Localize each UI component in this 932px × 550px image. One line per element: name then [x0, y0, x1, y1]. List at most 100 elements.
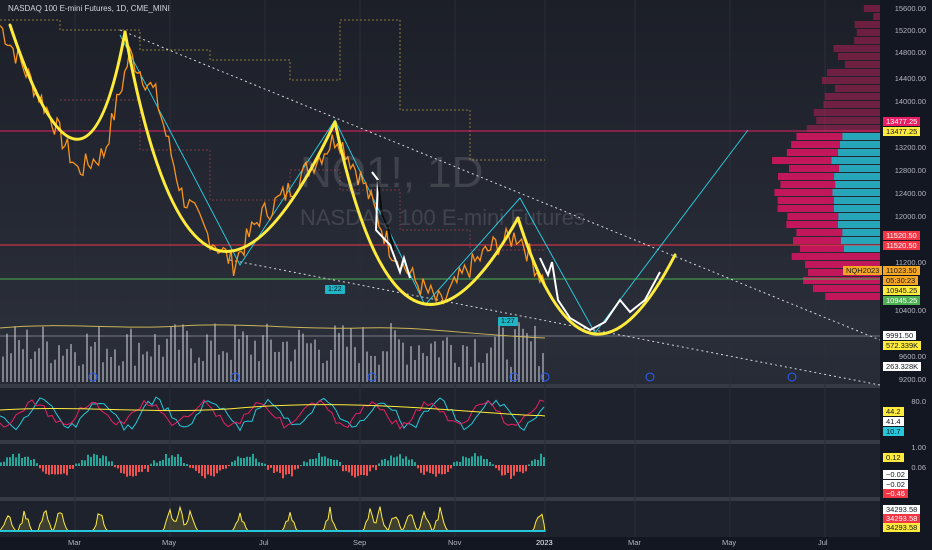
volume-bar	[162, 356, 164, 382]
volume-bar	[110, 356, 112, 382]
chart-canvas	[0, 0, 932, 550]
momentum-bar	[405, 456, 407, 466]
volume-bar	[46, 341, 48, 382]
volume-bar	[530, 341, 532, 382]
price-tag-13477-pink: 13477.25	[883, 117, 921, 126]
volume-bar	[282, 341, 284, 382]
momentum-bar	[219, 465, 221, 471]
momentum-bar	[141, 465, 143, 472]
time-axis-strip	[0, 537, 932, 550]
momentum-bar	[183, 463, 185, 466]
momentum-bar	[36, 463, 38, 466]
volume-bar	[322, 363, 324, 382]
volume-bar	[318, 349, 320, 382]
momentum-bar	[222, 465, 224, 470]
momentum-bar	[330, 459, 332, 466]
volume-bar	[338, 333, 340, 382]
momentum-bar	[51, 465, 53, 475]
momentum-bar	[90, 456, 92, 466]
momentum-bar	[324, 456, 326, 466]
volume-bar	[158, 344, 160, 382]
profile-bar-pink	[844, 61, 880, 68]
momentum-value-012: 0.12	[883, 453, 904, 462]
volume-bar	[422, 353, 424, 382]
price-axis-label: 14000.00	[894, 97, 926, 106]
time-axis-label: Sep	[353, 538, 367, 547]
momentum-bar	[369, 465, 371, 472]
momentum-bar	[540, 453, 542, 466]
volume-bar	[18, 340, 20, 382]
profile-bar-pink	[799, 245, 844, 252]
momentum-bar	[228, 465, 230, 467]
momentum-bar	[45, 465, 47, 474]
profile-bar-pink	[793, 237, 841, 244]
volume-bar	[42, 326, 44, 382]
volume-bar	[26, 329, 28, 382]
momentum-bar	[276, 465, 278, 472]
momentum-bar	[480, 455, 482, 466]
price-tag-10945-yellow: 10945.25	[883, 286, 921, 295]
momentum-bar	[372, 465, 374, 468]
momentum-bar	[408, 459, 410, 466]
volume-bar	[490, 347, 492, 382]
profile-bar-pink	[786, 221, 838, 228]
price-axis-label: 9600.00	[898, 352, 926, 361]
volume-bar	[218, 354, 220, 382]
momentum-bar	[333, 459, 335, 466]
momentum-bar	[207, 465, 209, 475]
profile-bar-pink	[791, 253, 880, 260]
momentum-bar	[312, 459, 314, 466]
volume-bar	[262, 335, 264, 382]
time-axis-label-year: 2023	[536, 538, 553, 547]
volume-bar	[94, 342, 96, 382]
price-axis-label: 12000.00	[894, 212, 926, 221]
momentum-bar	[318, 452, 320, 466]
profile-bar-pink	[777, 197, 834, 204]
profile-bar-pink	[791, 141, 841, 148]
volume-bar	[254, 340, 256, 382]
volume-bar	[278, 351, 280, 382]
momentum-bar	[285, 465, 287, 475]
volume-bar	[438, 357, 440, 382]
profile-bar-cyan	[833, 205, 880, 212]
vol-osc-value-c: 34293.58	[883, 523, 921, 532]
volume-bar	[426, 356, 428, 382]
momentum-bar	[360, 465, 362, 475]
price-axis-label: 15600.00	[894, 4, 926, 13]
momentum-bar	[411, 459, 413, 466]
symbol-title[interactable]: NASDAQ 100 E-mini Futures, 1D, CME_MINI	[8, 4, 170, 13]
volume-bar	[66, 348, 68, 382]
momentum-bar	[336, 459, 338, 466]
profile-bar-cyan	[843, 245, 880, 252]
volume-bar	[82, 364, 84, 382]
profile-bar-cyan	[842, 133, 880, 140]
momentum-bar	[114, 465, 116, 468]
volume-bar	[62, 355, 64, 382]
momentum-bar	[393, 457, 395, 466]
profile-bar-pink	[780, 181, 836, 188]
momentum-bar	[189, 465, 191, 468]
pane-separator-2	[0, 440, 932, 444]
momentum-bar	[12, 454, 14, 466]
momentum-bar	[273, 465, 275, 474]
volume-bar	[314, 339, 316, 382]
price-axis-label: 12800.00	[894, 166, 926, 175]
momentum-bar	[30, 459, 32, 466]
volume-bar	[170, 327, 172, 382]
volume-bar	[34, 351, 36, 382]
price-tag-11023: 11023.50	[883, 266, 920, 275]
profile-bar-pink	[873, 13, 880, 20]
profile-bar-cyan	[840, 237, 880, 244]
profile-bar-cyan	[835, 181, 880, 188]
price-tag-nqh2023: NQH2023	[843, 266, 883, 275]
volume-bar	[342, 325, 344, 382]
momentum-bar	[537, 459, 539, 466]
momentum-bar	[156, 462, 158, 466]
volume-tag-263k: 263.328K	[883, 362, 922, 371]
momentum-bar	[144, 465, 146, 469]
time-axis-label: Nov	[448, 538, 462, 547]
volume-bar	[330, 350, 332, 382]
momentum-bar	[150, 463, 152, 466]
momentum-bar	[147, 465, 149, 472]
momentum-bar	[177, 454, 179, 466]
